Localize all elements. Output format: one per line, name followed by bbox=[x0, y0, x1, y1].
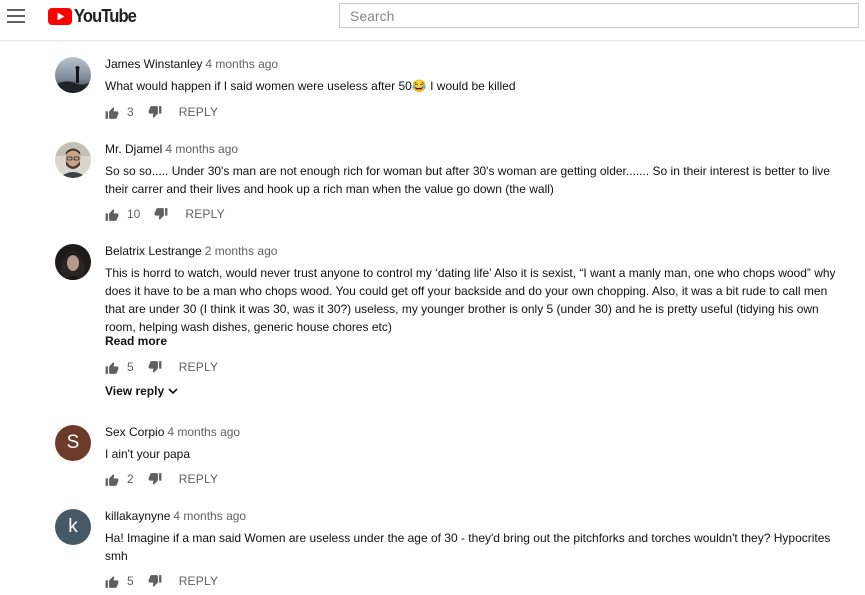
comment-author[interactable]: Mr. Djamel bbox=[105, 142, 162, 156]
dislike-button[interactable] bbox=[148, 360, 162, 374]
like-count: 5 bbox=[127, 360, 134, 374]
comment-time[interactable]: 4 months ago bbox=[173, 509, 246, 523]
comment-text: This is horrd to watch, would never trus… bbox=[105, 266, 836, 334]
thumb-down-icon bbox=[148, 105, 162, 118]
comment-author[interactable]: Belatrix Lestrange bbox=[105, 244, 202, 258]
comment-time[interactable]: 4 months ago bbox=[165, 142, 238, 156]
avatar[interactable] bbox=[55, 57, 91, 93]
comment-actions: 3 REPLY bbox=[105, 104, 218, 120]
masthead: YouTube bbox=[0, 0, 865, 41]
reply-button[interactable]: REPLY bbox=[179, 574, 218, 588]
like-button[interactable] bbox=[105, 575, 119, 588]
avatar[interactable] bbox=[55, 142, 91, 178]
read-more-button[interactable]: Read more bbox=[105, 334, 167, 348]
comment-actions: 10 REPLY bbox=[105, 206, 225, 222]
comment-actions: 5 REPLY bbox=[105, 573, 218, 589]
logo-text: YouTube bbox=[74, 5, 137, 26]
reply-button[interactable]: REPLY bbox=[185, 207, 224, 221]
like-count: 2 bbox=[127, 472, 134, 486]
avatar-letter: S bbox=[66, 432, 80, 453]
comment-text: I ain't your papa bbox=[105, 447, 191, 461]
like-count: 3 bbox=[127, 105, 134, 119]
comment-author[interactable]: Sex Corpio bbox=[105, 425, 164, 439]
dislike-button[interactable] bbox=[148, 105, 162, 119]
avatar-letter: k bbox=[68, 516, 78, 537]
comment-actions: 2 REPLY bbox=[105, 471, 218, 487]
like-count: 10 bbox=[127, 207, 141, 221]
comment-header: Sex Corpio 4 months ago bbox=[105, 425, 240, 439]
thumb-down-icon bbox=[148, 360, 162, 373]
comment-time[interactable]: 4 months ago bbox=[167, 425, 240, 439]
menu-icon[interactable] bbox=[7, 9, 25, 23]
dislike-button[interactable] bbox=[148, 472, 162, 486]
thumb-up-icon bbox=[105, 473, 119, 486]
comment-header: killakaynyne 4 months ago bbox=[105, 509, 246, 523]
comment-header: Belatrix Lestrange 2 months ago bbox=[105, 244, 277, 258]
like-count: 5 bbox=[127, 574, 134, 588]
comment-author[interactable]: James Winstanley bbox=[105, 57, 202, 71]
thumb-up-icon bbox=[105, 575, 119, 588]
youtube-play-icon bbox=[48, 7, 72, 25]
comment-header: James Winstanley 4 months ago bbox=[105, 57, 278, 71]
comment-text: What would happen if I said women were u… bbox=[105, 79, 516, 93]
like-button[interactable] bbox=[105, 473, 119, 486]
thumb-down-icon bbox=[148, 574, 162, 587]
comment-header: Mr. Djamel 4 months ago bbox=[105, 142, 238, 156]
comment-actions: 5 REPLY bbox=[105, 359, 218, 375]
reply-button[interactable]: REPLY bbox=[179, 105, 218, 119]
comment-time[interactable]: 2 months ago bbox=[205, 244, 278, 258]
view-reply-label: View reply bbox=[105, 384, 165, 398]
dislike-button[interactable] bbox=[148, 574, 162, 588]
dislike-button[interactable] bbox=[154, 207, 168, 221]
reply-button[interactable]: REPLY bbox=[179, 360, 218, 374]
comment-author[interactable]: killakaynyne bbox=[105, 509, 170, 523]
thumb-up-icon bbox=[105, 106, 119, 119]
thumb-up-icon bbox=[105, 208, 119, 221]
like-button[interactable] bbox=[105, 361, 119, 374]
view-reply-button[interactable]: View reply bbox=[105, 384, 178, 398]
comment-text: So so so..... Under 30's man are not eno… bbox=[105, 164, 830, 196]
thumb-down-icon bbox=[148, 472, 162, 485]
chevron-down-icon bbox=[168, 387, 178, 394]
comment-text: Ha! Imagine if a man said Women are usel… bbox=[105, 531, 831, 563]
search-input[interactable] bbox=[339, 3, 859, 28]
like-button[interactable] bbox=[105, 106, 119, 119]
youtube-logo[interactable]: YouTube bbox=[48, 6, 141, 26]
avatar[interactable]: S bbox=[55, 425, 91, 461]
like-button[interactable] bbox=[105, 208, 119, 221]
comment-time[interactable]: 4 months ago bbox=[205, 57, 278, 71]
thumb-up-icon bbox=[105, 361, 119, 374]
reply-button[interactable]: REPLY bbox=[179, 472, 218, 486]
avatar[interactable] bbox=[55, 244, 91, 280]
thumb-down-icon bbox=[154, 207, 168, 220]
avatar[interactable]: k bbox=[55, 509, 91, 545]
